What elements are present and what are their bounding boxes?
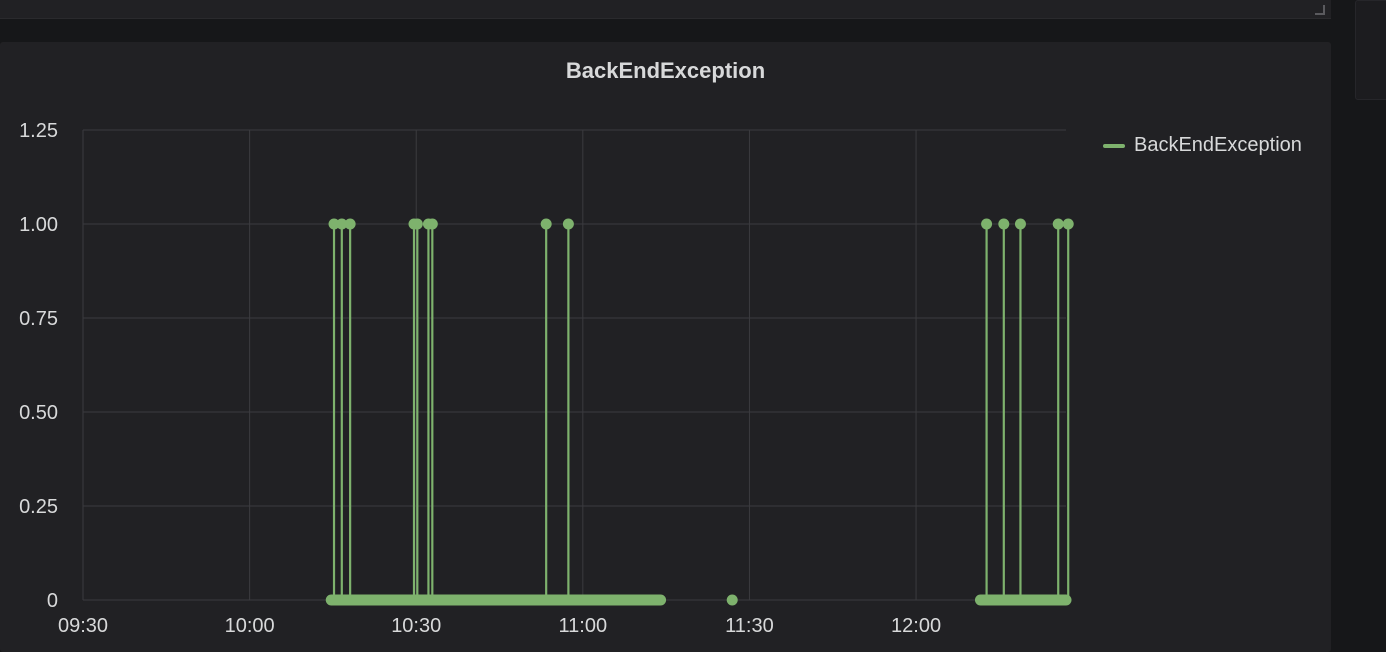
data-point xyxy=(726,594,738,606)
x-tick-label: 12:00 xyxy=(891,615,941,637)
data-point xyxy=(540,218,552,230)
data-point xyxy=(998,218,1010,230)
previous-panel xyxy=(0,0,1331,19)
legend-label: BackEndException xyxy=(1134,134,1302,156)
data-point xyxy=(411,218,423,230)
x-tick-label: 10:30 xyxy=(391,615,441,637)
y-tick-label: 1.00 xyxy=(19,214,58,236)
y-tick-label: 1.25 xyxy=(19,120,58,142)
legend-item[interactable]: BackEndException xyxy=(1103,134,1302,157)
data-point xyxy=(562,218,574,230)
legend-swatch xyxy=(1103,143,1125,148)
data-point xyxy=(1014,218,1026,230)
y-tick-label: 0.50 xyxy=(19,402,58,424)
x-tick-label: 10:00 xyxy=(225,615,275,637)
data-point xyxy=(344,218,356,230)
side-panel xyxy=(1355,0,1386,100)
chart-plot-area: 0 0.25 0.50 0.75 1.00 1.25 09:30 10:00 10:30 11:0… xyxy=(19,120,1074,637)
data-point xyxy=(981,218,993,230)
x-tick-label: 11:30 xyxy=(725,615,774,637)
y-tick-label: 0 xyxy=(47,590,58,612)
x-tick-label: 09:30 xyxy=(58,615,108,637)
y-tick-label: 0.25 xyxy=(19,496,58,518)
x-tick-label: 11:00 xyxy=(559,615,608,637)
panel-resize-handle[interactable] xyxy=(1315,5,1325,15)
chart-panel: BackEndException 0 0.25 0.50 0.75 1.00 1.25 09… xyxy=(0,42,1331,652)
y-tick-label: 0.75 xyxy=(19,308,58,330)
data-point xyxy=(1062,218,1074,230)
data-point xyxy=(1052,218,1064,230)
data-point xyxy=(426,218,438,230)
